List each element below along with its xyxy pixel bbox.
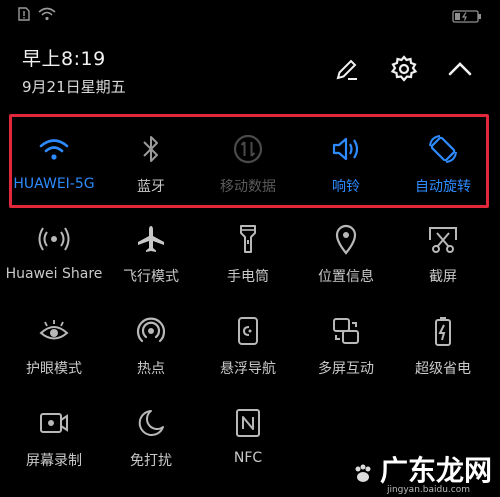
screen-recorder-label: 屏幕录制 (26, 453, 82, 469)
eye-comfort-label: 护眼模式 (26, 361, 82, 377)
huawei-share-toggle[interactable]: Huawei Share (4, 222, 104, 292)
clock-time: 早上8:19 (22, 48, 106, 70)
battery-icon (452, 8, 482, 27)
paw-logo-icon (352, 463, 374, 489)
watermark-subtext: jingyan.baidu.com (386, 485, 470, 495)
edit-button[interactable] (332, 56, 362, 86)
floating-dock-toggle[interactable]: 悬浮导航 (198, 314, 298, 384)
airplane-mode-toggle[interactable]: 飞行模式 (101, 222, 201, 292)
location-label: 位置信息 (318, 269, 374, 285)
hotspot-toggle[interactable]: 热点 (101, 314, 201, 384)
huawei-share-label: Huawei Share (5, 266, 103, 282)
edit-icon (334, 56, 360, 86)
nfc-label: NFC (233, 450, 263, 466)
ultra-power-saving-label: 超级省电 (415, 361, 471, 377)
screen-recorder-toggle[interactable]: 屏幕录制 (4, 406, 104, 476)
wifi-icon (38, 6, 56, 25)
airplane-icon (134, 222, 168, 256)
screen-recorder-icon (37, 406, 71, 440)
floating-dock-label: 悬浮导航 (220, 361, 276, 377)
huawei-share-icon (37, 222, 71, 256)
hotspot-icon (134, 314, 168, 348)
flashlight-label: 手电筒 (227, 269, 269, 285)
status-bar (18, 6, 482, 26)
location-pin-icon (329, 222, 363, 256)
toggle-row-3: 护眼模式 热点 悬浮导航 多屏互动 超级省电 (0, 314, 500, 384)
watermark: 广东龙网 (352, 449, 492, 489)
battery-saver-icon (426, 314, 460, 348)
eye-comfort-toggle[interactable]: 护眼模式 (4, 314, 104, 384)
location-toggle[interactable]: 位置信息 (296, 222, 396, 292)
multi-screen-icon (329, 314, 363, 348)
screenshot-icon (426, 222, 460, 256)
floating-dock-icon (231, 314, 265, 348)
do-not-disturb-toggle[interactable]: 免打扰 (101, 406, 201, 476)
flashlight-toggle[interactable]: 手电筒 (198, 222, 298, 292)
moon-icon (134, 406, 168, 440)
nfc-icon (231, 406, 265, 440)
hotspot-label: 热点 (137, 361, 165, 377)
do-not-disturb-label: 免打扰 (130, 453, 172, 469)
sim-alert-icon (18, 6, 30, 25)
ultra-power-saving-toggle[interactable]: 超级省电 (393, 314, 493, 384)
status-bar-left (18, 6, 56, 25)
collapse-button[interactable] (445, 56, 475, 86)
multi-screen-label: 多屏互动 (318, 361, 374, 377)
toggle-row-2: Huawei Share 飞行模式 手电筒 位置信息 截屏 (0, 222, 500, 292)
watermark-text: 广东龙网 (379, 454, 492, 487)
date-label: 9月21日星期五 (22, 78, 126, 96)
chevron-up-icon (447, 59, 473, 83)
screenshot-label: 截屏 (429, 269, 457, 285)
airplane-mode-label: 飞行模式 (123, 269, 179, 285)
screenshot-toggle[interactable]: 截屏 (393, 222, 493, 292)
flashlight-icon (231, 222, 265, 256)
settings-button[interactable] (389, 55, 419, 87)
settings-icon (390, 55, 418, 87)
eye-icon (37, 314, 71, 348)
highlight-box (9, 114, 489, 208)
nfc-toggle[interactable]: NFC (198, 406, 298, 476)
multi-screen-toggle[interactable]: 多屏互动 (296, 314, 396, 384)
